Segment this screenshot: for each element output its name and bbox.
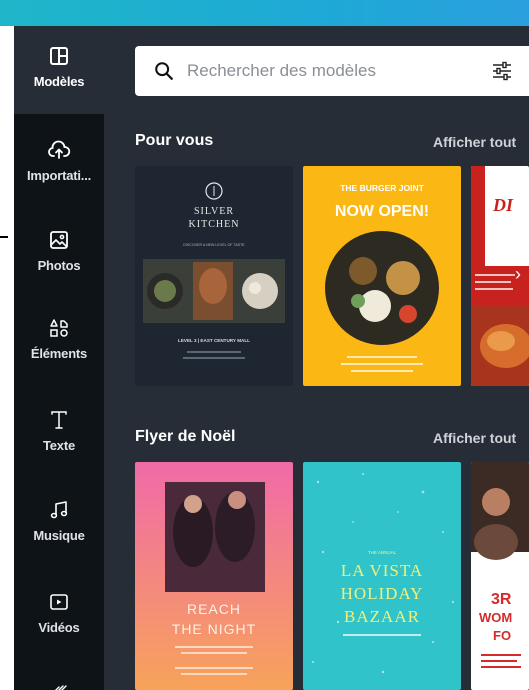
shapes-icon — [47, 316, 71, 340]
template-card-silver-kitchen[interactable]: SILVER KITCHEN DISCOVER A NEW LEVEL OF T… — [135, 166, 293, 386]
card-kicker: THE ANNUAL — [368, 550, 397, 555]
section-title: Pour vous — [135, 132, 214, 149]
template-card-holiday-bazaar[interactable]: THE ANNUAL LA VISTA HOLIDAY BAZAAR — [303, 462, 461, 690]
mouse-cursor — [0, 236, 8, 238]
sidebar-item-label: Vidéos — [38, 620, 80, 635]
sidebar: Modèles Importati... Photos Éléments Tex… — [14, 26, 104, 690]
card-line1: LA VISTA — [341, 561, 423, 580]
sidebar-item-label: Photos — [37, 258, 81, 273]
card-headline: DI — [492, 195, 514, 215]
card-headline2: NOW OPEN! — [335, 203, 429, 220]
show-all-link[interactable]: Afficher tout — [433, 134, 516, 150]
background-pattern-icon — [47, 674, 71, 690]
filter-icon[interactable] — [489, 58, 515, 84]
card-footer: LEVEL 3 | EAST CENTURY MALL — [178, 338, 250, 343]
sidebar-item-label: Modèles — [33, 74, 85, 89]
card-brand-line1: SILVER — [194, 206, 234, 217]
templates-icon — [47, 44, 71, 68]
sidebar-item-photos[interactable]: Photos — [14, 204, 104, 294]
card-brand-line2: KITCHEN — [189, 219, 240, 230]
search-icon — [153, 60, 175, 82]
show-all-link[interactable]: Afficher tout — [433, 430, 516, 446]
sidebar-item-label: Importati... — [26, 168, 92, 183]
window-edge — [0, 26, 14, 690]
photo-icon — [47, 228, 71, 252]
card-line1: 3R — [491, 591, 512, 608]
video-icon — [47, 590, 71, 614]
card-tagline: DISCOVER A NEW LEVEL OF TASTE — [183, 243, 245, 247]
sidebar-item-uploads[interactable]: Importati... — [14, 114, 104, 204]
template-card-reach-the-night[interactable]: REACH THE NIGHT — [135, 462, 293, 690]
card-headline1: THE BURGER JOINT — [340, 183, 424, 193]
scroll-right-arrow[interactable]: › — [515, 264, 527, 284]
card-line2: HOLIDAY — [341, 584, 424, 603]
sidebar-item-text[interactable]: Texte — [14, 384, 104, 474]
upload-cloud-icon — [47, 138, 71, 162]
sidebar-item-label: Musique — [33, 528, 85, 543]
template-card-burger-joint[interactable]: THE BURGER JOINT NOW OPEN! — [303, 166, 461, 386]
sidebar-item-templates[interactable]: Modèles — [14, 26, 104, 114]
search-input[interactable] — [187, 61, 467, 81]
sidebar-item-background[interactable] — [14, 654, 104, 690]
sidebar-item-label: Texte — [43, 438, 75, 453]
card-line2: WOM — [479, 610, 512, 625]
text-icon — [47, 408, 71, 432]
card-line3: FO — [493, 628, 511, 643]
card-headline2: THE NIGHT — [172, 621, 256, 637]
music-icon — [47, 498, 71, 522]
section-title: Flyer de Noël — [135, 428, 236, 445]
card-line3: BAZAAR — [344, 607, 420, 626]
top-accent-bar — [0, 0, 529, 26]
sidebar-item-music[interactable]: Musique — [14, 474, 104, 564]
search-bar — [135, 46, 529, 96]
sidebar-item-label: Éléments — [30, 346, 88, 361]
sidebar-item-elements[interactable]: Éléments — [14, 294, 104, 384]
card-headline1: REACH — [187, 601, 241, 617]
scroll-right-arrow[interactable]: › — [515, 560, 527, 580]
sidebar-item-videos[interactable]: Vidéos — [14, 564, 104, 654]
templates-panel: Pour vous Afficher tout SILVER KITCHEN D… — [104, 26, 529, 690]
